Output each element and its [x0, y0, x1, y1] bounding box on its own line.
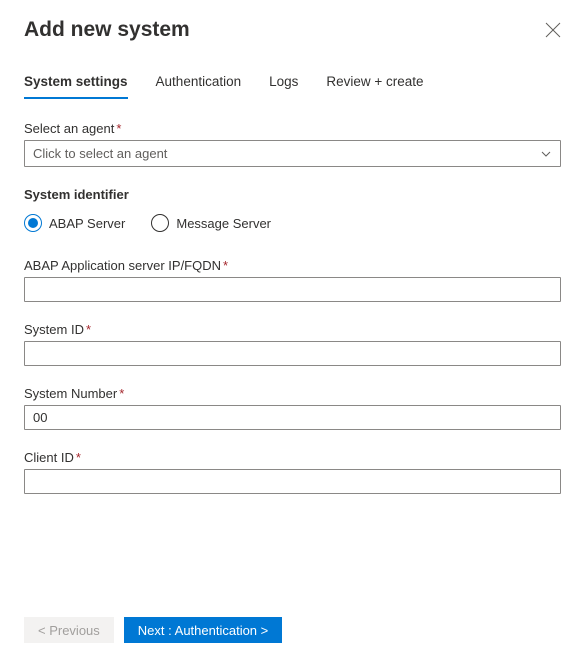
system-number-label: System Number* — [24, 386, 561, 401]
radio-label-abap: ABAP Server — [49, 216, 125, 231]
system-identifier-header: System identifier — [24, 187, 561, 202]
client-id-input[interactable] — [24, 469, 561, 494]
agent-select[interactable]: Click to select an agent — [24, 140, 561, 167]
radio-message-server[interactable]: Message Server — [151, 214, 271, 232]
system-id-input[interactable] — [24, 341, 561, 366]
abap-server-label: ABAP Application server IP/FQDN* — [24, 258, 561, 273]
tabs-container: System settings Authentication Logs Revi… — [0, 68, 585, 99]
chevron-down-icon — [540, 148, 552, 160]
tab-authentication[interactable]: Authentication — [156, 68, 242, 99]
system-number-input[interactable] — [24, 405, 561, 430]
agent-label: Select an agent* — [24, 121, 561, 136]
radio-input-message[interactable] — [151, 214, 169, 232]
next-button[interactable]: Next : Authentication > — [124, 617, 282, 643]
previous-button: < Previous — [24, 617, 114, 643]
radio-abap-server[interactable]: ABAP Server — [24, 214, 125, 232]
abap-server-input[interactable] — [24, 277, 561, 302]
system-identifier-radio-group: ABAP Server Message Server — [24, 214, 561, 232]
radio-label-message: Message Server — [176, 216, 271, 231]
system-id-label: System ID* — [24, 322, 561, 337]
close-icon[interactable] — [545, 22, 561, 38]
agent-placeholder: Click to select an agent — [33, 146, 167, 161]
tab-review-create[interactable]: Review + create — [326, 68, 423, 99]
tab-logs[interactable]: Logs — [269, 68, 298, 99]
client-id-label: Client ID* — [24, 450, 561, 465]
page-title: Add new system — [24, 18, 190, 42]
radio-input-abap[interactable] — [24, 214, 42, 232]
tab-system-settings[interactable]: System settings — [24, 68, 128, 99]
